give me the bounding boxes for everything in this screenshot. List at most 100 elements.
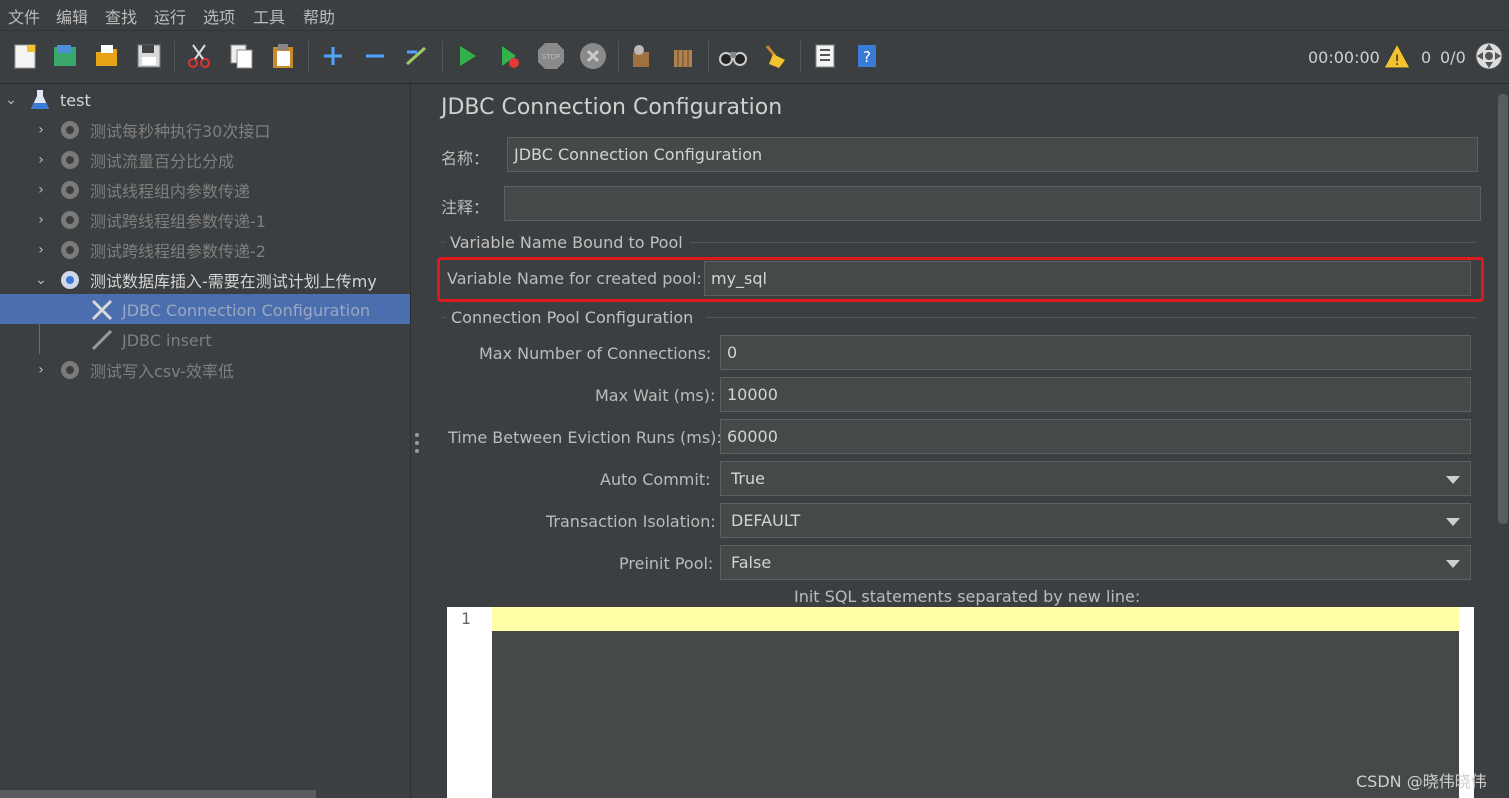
warning-icon[interactable]: ! (1380, 39, 1414, 73)
search-icon[interactable] (716, 39, 750, 73)
templates-icon[interactable] (48, 39, 82, 73)
editor-line-number: 1 (461, 609, 471, 628)
toolbar-separator (800, 41, 801, 73)
max-wait-label: Max Wait (ms): (595, 386, 716, 405)
chevron-down-icon[interactable]: ⌄ (34, 272, 48, 288)
editor-text-area[interactable] (492, 631, 1459, 798)
save-icon[interactable] (132, 39, 166, 73)
shutdown-icon[interactable] (576, 39, 610, 73)
copy-icon[interactable] (224, 39, 258, 73)
menu-tools[interactable]: 工具 (253, 4, 285, 28)
section-pool-config: Connection Pool Configuration (451, 308, 694, 327)
panel-scroll-thumb[interactable] (1498, 94, 1508, 524)
auto-commit-label: Auto Commit: (600, 470, 711, 489)
tree-node-group[interactable]: › 测试线程组内参数传递 (34, 176, 250, 204)
tree-group-label: 测试流量百分比分成 (90, 152, 235, 171)
tree-node-group[interactable]: › 测试跨线程组参数传递-2 (34, 236, 266, 264)
tree-horizontal-scrollbar[interactable] (0, 790, 316, 798)
transaction-isolation-label: Transaction Isolation: (546, 512, 716, 531)
new-icon[interactable] (8, 39, 42, 73)
chevron-right-icon[interactable]: › (34, 242, 48, 258)
eviction-runs-label: Time Between Eviction Runs (ms): (448, 428, 722, 447)
divider-grip (415, 449, 419, 453)
max-wait-input[interactable]: 10000 (720, 377, 1471, 412)
menu-search[interactable]: 查找 (105, 4, 137, 28)
transaction-isolation-value: DEFAULT (731, 511, 801, 530)
section-pool-variable: Variable Name Bound to Pool (450, 233, 683, 252)
tree-group-label: 测试写入csv-效率低 (90, 362, 234, 381)
name-input[interactable]: JDBC Connection Configuration (507, 137, 1478, 172)
warning-count: 0 (1421, 48, 1432, 67)
comment-input[interactable] (504, 186, 1481, 221)
paste-icon[interactable] (266, 39, 300, 73)
expand-icon[interactable] (316, 39, 350, 73)
toolbar-separator (708, 41, 709, 73)
toolbar-separator (308, 41, 309, 73)
editor-current-line[interactable] (492, 607, 1459, 631)
tree-group-label: 测试数据库插入-需要在测试计划上传my (90, 272, 377, 291)
menu-file[interactable]: 文件 (8, 4, 40, 28)
chevron-right-icon[interactable]: › (34, 182, 48, 198)
tree-node-group[interactable]: › 测试每秒种执行30次接口 (34, 116, 270, 144)
max-connections-input[interactable]: 0 (720, 335, 1471, 370)
thread-count: 0/0 (1440, 48, 1466, 67)
clear-icon[interactable] (624, 39, 658, 73)
name-label: 名称： (441, 149, 490, 168)
gear-icon (61, 241, 79, 259)
chevron-right-icon[interactable]: › (34, 152, 48, 168)
comment-label: 注释： (441, 198, 490, 217)
menu-edit[interactable]: 编辑 (56, 4, 88, 28)
toggle-icon[interactable] (400, 39, 434, 73)
preinit-pool-select[interactable]: False (720, 545, 1471, 580)
gear-icon (61, 211, 79, 229)
tree-node-root[interactable]: ⌄ test (4, 86, 91, 114)
tree-node-group-expanded[interactable]: ⌄ 测试数据库插入-需要在测试计划上传my (34, 266, 377, 294)
tree-group-label: 测试线程组内参数传递 (90, 182, 251, 201)
gear-icon (61, 151, 79, 169)
cut-icon[interactable] (182, 39, 216, 73)
gear-icon (61, 181, 79, 199)
transaction-isolation-select[interactable]: DEFAULT (720, 503, 1471, 538)
help-icon[interactable]: ? (850, 39, 884, 73)
test-plan-tree[interactable]: ⌄ test › 测试每秒种执行30次接口 › 测试流量百分比分成 › 测试线程… (0, 84, 411, 798)
elapsed-time: 00:00:00 (1308, 48, 1380, 67)
start-icon[interactable] (450, 39, 484, 73)
svg-text:?: ? (863, 48, 871, 66)
menu-help[interactable]: 帮助 (303, 4, 335, 28)
tree-node-group[interactable]: › 测试写入csv-效率低 (34, 356, 234, 384)
open-icon[interactable] (90, 39, 124, 73)
menu-run[interactable]: 运行 (154, 4, 186, 28)
chevron-down-icon[interactable]: ⌄ (4, 92, 18, 108)
function-helper-icon[interactable] (808, 39, 842, 73)
auto-commit-select[interactable]: True (720, 461, 1471, 496)
preinit-pool-value: False (731, 553, 772, 572)
tree-node-group[interactable]: › 测试流量百分比分成 (34, 146, 234, 174)
max-wait-value: 10000 (727, 385, 778, 404)
tree-group-label: 测试跨线程组参数传递-1 (90, 212, 266, 231)
menu-options[interactable]: 选项 (203, 4, 235, 28)
tree-node-jdbc-insert[interactable]: JDBC insert (90, 326, 212, 354)
stop-icon[interactable]: STOP (534, 39, 568, 73)
eviction-runs-input[interactable]: 60000 (720, 419, 1471, 454)
start-no-pause-icon[interactable] (492, 39, 526, 73)
section-rule (706, 317, 1476, 318)
tree-group-label: 测试跨线程组参数传递-2 (90, 242, 266, 261)
toolbar-separator (174, 41, 175, 73)
divider-grip (415, 433, 419, 437)
editor-gutter (447, 607, 492, 798)
remote-status-icon[interactable] (1472, 39, 1506, 73)
section-rule (441, 317, 446, 318)
pen-icon (91, 329, 113, 351)
chevron-right-icon[interactable]: › (34, 362, 48, 378)
chevron-down-icon (1446, 476, 1460, 484)
chevron-right-icon[interactable]: › (34, 122, 48, 138)
tree-node-group[interactable]: › 测试跨线程组参数传递-1 (34, 206, 266, 234)
chevron-right-icon[interactable]: › (34, 212, 48, 228)
watermark-text: CSDN @晓伟晓伟 (1356, 772, 1487, 791)
menu-bar: 文件 编辑 查找 运行 选项 工具 帮助 (0, 0, 1509, 31)
gear-icon (61, 121, 79, 139)
collapse-icon[interactable] (358, 39, 392, 73)
clear-all-icon[interactable] (666, 39, 700, 73)
tree-node-jdbc-config[interactable]: JDBC Connection Configuration (90, 296, 370, 324)
reset-search-icon[interactable] (758, 39, 792, 73)
